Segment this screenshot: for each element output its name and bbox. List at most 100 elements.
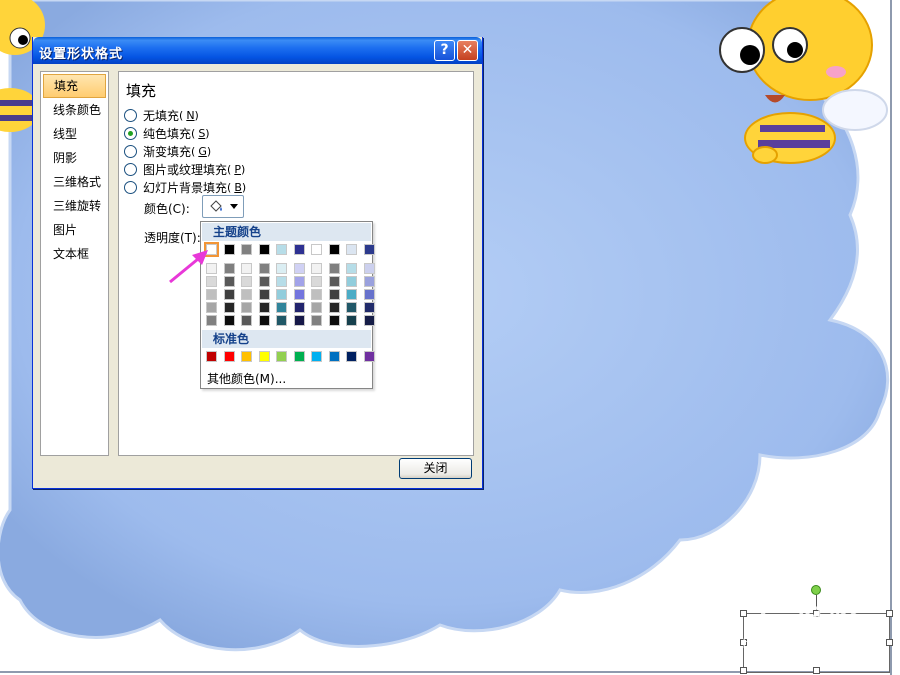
theme-tint-swatch[interactable] [206,289,217,300]
help-button[interactable]: ? [434,40,455,61]
theme-tint-swatch[interactable] [346,289,357,300]
theme-tint-swatch[interactable] [241,289,252,300]
accesskey-wrap: (P) [227,162,246,176]
radio-button[interactable] [124,144,137,158]
theme-tint-swatch[interactable] [206,315,217,326]
theme-tint-swatch[interactable] [311,315,322,326]
standard-color-swatch[interactable] [258,351,270,362]
theme-color-swatch[interactable] [311,244,322,255]
dialog-titlebar[interactable]: 设置形状格式 ? ✕ [33,37,482,64]
theme-tint-swatch[interactable] [258,302,270,313]
fill-option[interactable]: 图片或纹理填充(P) [124,160,245,178]
fill-option-label: 无填充 [143,108,180,123]
close-button[interactable]: 关闭 [399,458,472,479]
close-icon[interactable]: ✕ [457,40,478,61]
theme-tint-swatch[interactable] [258,276,270,287]
radio-button[interactable] [124,162,137,176]
theme-tint-swatch[interactable] [328,276,340,287]
theme-tint-swatch[interactable] [363,315,375,326]
theme-tint-swatch[interactable] [311,289,322,300]
theme-tint-swatch[interactable] [276,276,287,287]
standard-color-swatch[interactable] [241,351,252,362]
theme-tint-swatch[interactable] [293,289,305,300]
resize-handle-bottom-left[interactable] [740,667,747,674]
theme-tint-swatch[interactable] [328,302,340,313]
nav-item[interactable]: 三维旋转 [43,194,106,218]
theme-tint-swatch[interactable] [241,276,252,287]
theme-tint-swatch[interactable] [241,263,252,274]
theme-tint-swatch[interactable] [276,302,287,313]
color-label: 颜色(C): [144,202,190,216]
nav-item[interactable]: 图片 [43,218,106,242]
theme-color-swatch[interactable] [328,244,340,255]
theme-tint-swatch[interactable] [258,289,270,300]
theme-tint-swatch[interactable] [346,263,357,274]
theme-tint-swatch[interactable] [328,289,340,300]
theme-tint-swatch[interactable] [276,315,287,326]
theme-color-swatch[interactable] [293,244,305,255]
theme-tint-swatch[interactable] [258,263,270,274]
nav-item[interactable]: 阴影 [43,146,106,170]
nav-item[interactable]: 线型 [43,122,106,146]
nav-item[interactable]: 文本框 [43,242,106,266]
theme-tint-swatch[interactable] [223,263,235,274]
theme-tint-swatch[interactable] [363,276,375,287]
color-picker-button[interactable] [202,195,244,218]
theme-tint-swatch[interactable] [328,263,340,274]
theme-color-swatch[interactable] [258,244,270,255]
standard-color-swatch[interactable] [363,351,375,362]
theme-tint-swatch[interactable] [276,289,287,300]
standard-color-swatch[interactable] [206,351,217,362]
radio-button[interactable] [124,126,137,140]
theme-tint-swatch[interactable] [223,276,235,287]
fill-option-accesskey: S [198,126,206,140]
nav-item[interactable]: 填充 [43,74,106,98]
fill-option[interactable]: 幻灯片背景填充(B) [124,178,246,196]
standard-color-swatch[interactable] [276,351,287,362]
theme-color-swatch[interactable] [363,244,375,255]
fill-option[interactable]: 无填充(N) [124,106,199,124]
theme-tint-swatch[interactable] [311,302,322,313]
standard-color-swatch[interactable] [311,351,322,362]
theme-tint-swatch[interactable] [328,315,340,326]
nav-item[interactable]: 三维格式 [43,170,106,194]
theme-tint-swatch[interactable] [206,302,217,313]
radio-button[interactable] [124,108,137,122]
resize-handle-right[interactable] [886,639,893,646]
theme-tint-swatch[interactable] [223,289,235,300]
more-colors-item[interactable]: 其他颜色(M)... [207,370,286,387]
theme-color-swatch[interactable] [276,244,287,255]
theme-tint-swatch[interactable] [241,315,252,326]
theme-tint-swatch[interactable] [293,315,305,326]
theme-tint-swatch[interactable] [258,315,270,326]
theme-tint-swatch[interactable] [363,263,375,274]
theme-tint-swatch[interactable] [276,263,287,274]
radio-button[interactable] [124,180,137,194]
theme-tint-swatch[interactable] [346,315,357,326]
theme-color-swatch[interactable] [346,244,357,255]
resize-handle-top-right[interactable] [886,610,893,617]
fill-option[interactable]: 纯色填充(S) [124,124,210,142]
theme-tint-swatch[interactable] [293,302,305,313]
theme-tint-swatch[interactable] [293,276,305,287]
theme-tint-swatch[interactable] [311,276,322,287]
theme-tint-swatch[interactable] [293,263,305,274]
nav-item[interactable]: 线条颜色 [43,98,106,122]
theme-tint-swatch[interactable] [346,302,357,313]
standard-color-swatch[interactable] [223,351,235,362]
standard-color-swatch[interactable] [293,351,305,362]
rotation-handle[interactable] [811,585,821,595]
theme-tint-swatch[interactable] [363,289,375,300]
standard-color-swatch[interactable] [346,351,357,362]
standard-color-swatch[interactable] [328,351,340,362]
theme-tint-swatch[interactable] [311,263,322,274]
resize-handle-bottom[interactable] [813,667,820,674]
theme-tint-swatch[interactable] [223,315,235,326]
theme-tint-swatch[interactable] [241,302,252,313]
theme-color-swatch[interactable] [241,244,252,255]
theme-tint-swatch[interactable] [363,302,375,313]
theme-color-swatch[interactable] [223,244,235,255]
theme-tint-swatch[interactable] [346,276,357,287]
theme-tint-swatch[interactable] [223,302,235,313]
fill-option[interactable]: 渐变填充(G) [124,142,211,160]
